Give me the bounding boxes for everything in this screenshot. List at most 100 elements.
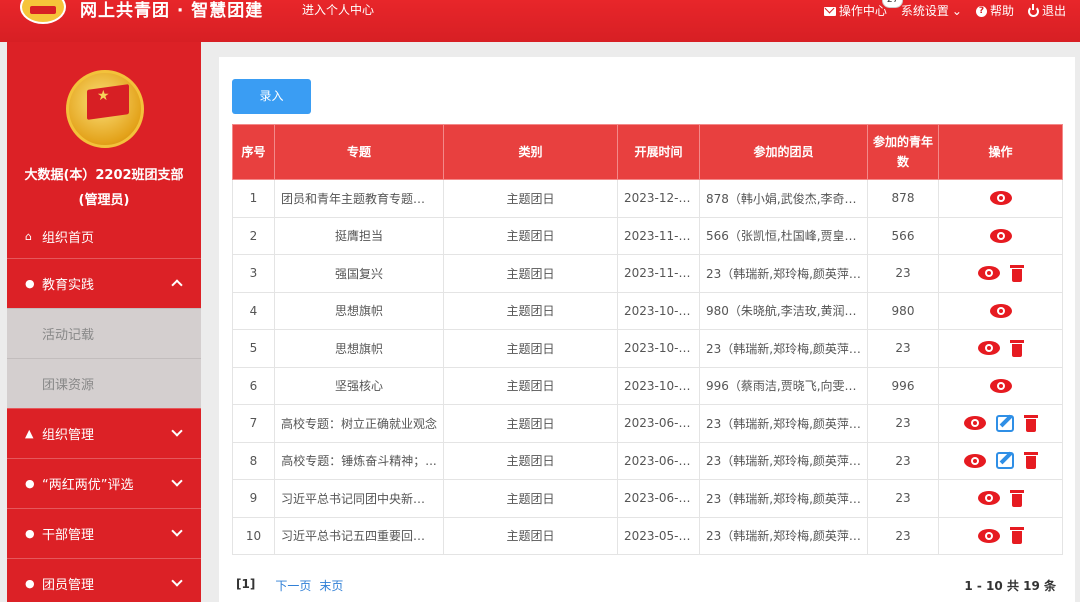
cell-youth-count: 23 [867, 516, 939, 555]
cell-youth-count: 23 [867, 254, 939, 293]
cell-no: 9 [232, 479, 275, 518]
current-page: [1] [236, 577, 256, 591]
cell-members: 566（张凯恒,杜国峰,贾皇溢,... [699, 216, 868, 255]
cell-actions [938, 479, 1063, 518]
row-actions [945, 228, 1056, 243]
cell-members: 23（韩瑞新,郑玲梅,颜英萍,... [699, 441, 868, 480]
cell-actions [938, 216, 1063, 255]
delete-trash-icon[interactable] [1009, 489, 1024, 507]
cell-actions [938, 254, 1063, 293]
next-page-link[interactable]: 下一页 [275, 577, 311, 594]
cell-no: 10 [232, 516, 275, 555]
sidebar: ★ 大数据(本）2202班团支部 (管理员) ⌂ 组织首页 ● 教育实践 活动记… [7, 42, 201, 602]
home-icon: ⌂ [25, 229, 32, 243]
delete-trash-icon[interactable] [1023, 414, 1038, 432]
row-actions [945, 339, 1056, 357]
cell-no: 2 [232, 216, 275, 255]
sidebar-item-member-management[interactable]: ● 团员管理 [7, 558, 201, 602]
power-icon [1027, 3, 1039, 17]
cell-actions [938, 516, 1063, 555]
edit-icon[interactable] [995, 452, 1014, 470]
cell-date: 2023-10-11 [617, 366, 700, 405]
table-header-row: 序号 专题 类别 开展时间 参加的团员 参加的青年数 操作 [232, 124, 1063, 180]
ops-center-button[interactable]: 操作中心 27 [823, 0, 904, 20]
cell-date: 2023-06-05 [617, 479, 700, 518]
cell-topic: 思想旗帜 [274, 329, 444, 368]
group-icon: ● [25, 277, 35, 290]
cell-members: 996（蔡雨洁,贾晓飞,向雯婧,... [699, 366, 868, 405]
sidebar-subitem-course-resources[interactable]: 团课资源 [7, 358, 201, 408]
sidebar-item-cadre-management[interactable]: ● 干部管理 [7, 508, 201, 558]
chevron-down-icon: ⌄ [951, 4, 962, 18]
cell-category: 主题团日 [443, 216, 618, 255]
cell-youth-count: 980 [867, 291, 939, 330]
cell-members: 878（韩小娟,武俊杰,李奇俐,... [699, 179, 868, 218]
cell-category: 主题团日 [443, 516, 618, 555]
sidebar-subitem-activity-records[interactable]: 活动记载 [7, 308, 201, 358]
delete-trash-icon[interactable] [1009, 339, 1024, 357]
cell-topic: 高校专题：树立正确就业观念 [274, 404, 444, 443]
view-eye-icon[interactable] [963, 416, 986, 431]
view-eye-icon[interactable] [977, 266, 1000, 281]
delete-trash-icon[interactable] [1009, 264, 1024, 282]
activity-table: 序号 专题 类别 开展时间 参加的团员 参加的青年数 操作 1 团员和青年主题教育… [232, 124, 1063, 555]
cell-topic: 强国复兴 [274, 254, 444, 293]
cell-no: 6 [232, 366, 275, 405]
cell-youth-count: 23 [867, 329, 939, 368]
cell-category: 主题团日 [443, 404, 618, 443]
group-icon: ● [25, 577, 35, 590]
cell-members: 23（韩瑞新,郑玲梅,颜英萍,... [699, 479, 868, 518]
cell-youth-count: 566 [867, 216, 939, 255]
view-eye-icon[interactable] [977, 341, 1000, 356]
logout-label: 退出 [1041, 4, 1066, 18]
row-actions [945, 191, 1056, 206]
sidebar-item-label: 组织管理 [42, 428, 95, 443]
sidebar-item-label: 团员管理 [42, 578, 95, 593]
cell-topic: 挺膺担当 [274, 216, 444, 255]
settings-dropdown[interactable]: 系统设置 ⌄ [901, 2, 962, 20]
help-label: 帮助 [989, 4, 1014, 18]
col-header-topic: 专题 [274, 124, 444, 180]
top-header: 网上共青团 · 智慧团建 进入个人中心 操作中心 27 系统设置 ⌄ ? 帮助 … [0, 0, 1080, 42]
cell-date: 2023-06-30 [617, 404, 700, 443]
add-record-button[interactable]: 录入 [232, 79, 311, 114]
cell-actions [938, 404, 1063, 443]
view-eye-icon[interactable] [989, 191, 1012, 206]
view-eye-icon[interactable] [989, 378, 1012, 393]
cell-no: 1 [232, 179, 275, 218]
personal-center-link[interactable]: 进入个人中心 [302, 2, 374, 18]
view-eye-icon[interactable] [989, 303, 1012, 318]
cell-date: 2023-12-27 [617, 179, 700, 218]
row-actions [945, 303, 1056, 318]
sidebar-nav: ⌂ 组织首页 ● 教育实践 活动记载 团课资源 ▲ 组织管理 ● “两红两优”评… [7, 214, 201, 602]
cell-youth-count: 878 [867, 179, 939, 218]
view-eye-icon[interactable] [963, 453, 986, 468]
table-body: 1团员和青年主题教育专题组织生活会主题团日2023-12-27878（韩小娟,武… [232, 179, 1063, 555]
view-eye-icon[interactable] [977, 491, 1000, 506]
col-header-members: 参加的团员 [699, 124, 868, 180]
cell-category: 主题团日 [443, 479, 618, 518]
sidebar-item-selection[interactable]: ● “两红两优”评选 [7, 458, 201, 508]
sidebar-item-education[interactable]: ● 教育实践 [7, 258, 201, 308]
sitemap-icon: ▲ [25, 427, 34, 440]
view-eye-icon[interactable] [977, 528, 1000, 543]
sidebar-item-home[interactable]: ⌂ 组织首页 [7, 214, 201, 258]
cell-topic: 高校专题：锤炼奋斗精神；... [274, 441, 444, 480]
cell-date: 2023-06-12 [617, 441, 700, 480]
logout-button[interactable]: 退出 [1027, 2, 1066, 20]
cell-actions [938, 441, 1063, 480]
cell-date: 2023-10-18 [617, 329, 700, 368]
row-actions [945, 378, 1056, 393]
help-button[interactable]: ? 帮助 [975, 2, 1014, 20]
last-page-link[interactable]: 末页 [319, 577, 343, 594]
edit-icon[interactable] [995, 414, 1014, 432]
row-actions [945, 452, 1056, 470]
mail-icon [823, 6, 836, 16]
delete-trash-icon[interactable] [1023, 452, 1038, 470]
col-header-actions: 操作 [938, 124, 1063, 180]
delete-trash-icon[interactable] [1009, 527, 1024, 545]
view-eye-icon[interactable] [989, 228, 1012, 243]
question-icon: ? [975, 5, 987, 17]
cell-actions [938, 179, 1063, 218]
sidebar-item-org-management[interactable]: ▲ 组织管理 [7, 408, 201, 458]
